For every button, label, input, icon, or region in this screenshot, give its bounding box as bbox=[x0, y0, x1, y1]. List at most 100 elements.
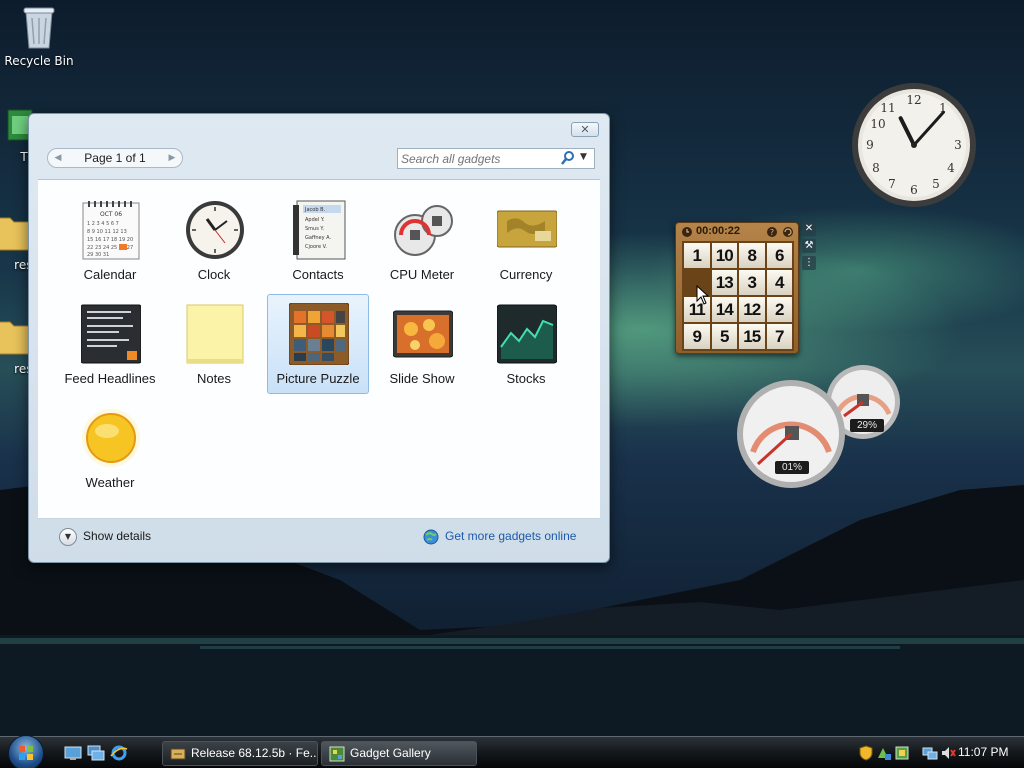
puzzle-tile[interactable]: 3 bbox=[739, 270, 765, 295]
puzzle-tile[interactable]: 1 bbox=[684, 243, 710, 268]
puzzle-tile[interactable]: 12 bbox=[739, 297, 765, 322]
puzzle-tile[interactable]: 15 bbox=[739, 324, 765, 349]
contact-entry: Smus Y. bbox=[305, 226, 324, 232]
recycle-bin-icon bbox=[23, 7, 55, 49]
desktop-icon-recycle-bin[interactable]: Recycle Bin bbox=[1, 4, 77, 68]
switch-windows-icon[interactable] bbox=[87, 744, 105, 762]
svg-text:?: ? bbox=[770, 228, 774, 237]
puzzle-tile[interactable]: 2 bbox=[766, 297, 792, 322]
gadget-cpu-meter[interactable]: CPU Meter bbox=[371, 190, 473, 290]
svg-text:12: 12 bbox=[906, 93, 921, 107]
puzzle-tile[interactable]: 14 bbox=[711, 297, 737, 322]
gadget-calendar[interactable]: OCT 06 1 2 3 4 5 6 7 8 9 10 11 12 13 15 … bbox=[59, 190, 161, 290]
gadget-slide-show[interactable]: Slide Show bbox=[371, 294, 473, 394]
currency-icon bbox=[497, 210, 557, 248]
puzzle-tile[interactable]: 9 bbox=[684, 324, 710, 349]
memory-usage-readout: 29% bbox=[850, 419, 884, 432]
svg-text:8 9 10 11 12 13: 8 9 10 11 12 13 bbox=[87, 229, 127, 235]
puzzle-tile[interactable]: 7 bbox=[766, 324, 792, 349]
next-page-icon[interactable]: ▶ bbox=[165, 151, 179, 165]
calendar-month: OCT 06 bbox=[100, 211, 122, 218]
gadget-label: Currency bbox=[499, 267, 553, 282]
wrench-options-icon[interactable]: ⚒ bbox=[802, 239, 816, 253]
contact-entry: Jacob B. bbox=[304, 207, 326, 213]
desktop-icon-label: Recycle Bin bbox=[4, 54, 74, 68]
search-input[interactable] bbox=[401, 151, 551, 166]
gadget-feed-headlines[interactable]: Feed Headlines bbox=[59, 294, 161, 394]
gadget-label: Contacts bbox=[292, 267, 344, 282]
gadget-label: CPU Meter bbox=[389, 267, 455, 282]
puzzle-tile[interactable]: 5 bbox=[711, 324, 737, 349]
gadget-picture-puzzle[interactable]: Picture Puzzle bbox=[267, 294, 369, 394]
network-icon[interactable] bbox=[922, 745, 938, 761]
mouse-cursor-icon bbox=[696, 285, 710, 305]
slide-show-icon bbox=[393, 310, 453, 358]
sidebar-icon[interactable] bbox=[894, 745, 910, 761]
gadget-label: Weather bbox=[85, 475, 135, 490]
picture-puzzle-gadget: 00:00:22 ? 1 10 8 6 13 3 4 11 14 12 2 9 … bbox=[675, 222, 799, 354]
contact-entry: Cjoore V. bbox=[305, 244, 327, 250]
puzzle-timer: 00:00:22 bbox=[696, 225, 741, 237]
search-box: ▼ bbox=[397, 148, 595, 169]
get-more-gadgets-link[interactable]: Get more gadgets online bbox=[423, 527, 583, 547]
previous-page-icon[interactable]: ◀ bbox=[51, 151, 65, 165]
security-shield-icon[interactable] bbox=[858, 745, 874, 761]
puzzle-tile[interactable]: 10 bbox=[711, 243, 737, 268]
cpu-meter-icon bbox=[394, 205, 453, 256]
windows-logo-icon bbox=[19, 746, 33, 760]
taskbar-button-release[interactable]: Release 68.12.5b · Fe... bbox=[162, 741, 318, 766]
help-icon[interactable]: ? bbox=[766, 226, 778, 238]
application-icon bbox=[170, 748, 186, 760]
puzzle-tile[interactable]: 4 bbox=[766, 270, 792, 295]
page-label: Page 1 of 1 bbox=[84, 151, 146, 165]
close-button[interactable]: ✕ bbox=[571, 122, 599, 137]
taskbar-button-gadget-gallery[interactable]: Gadget Gallery bbox=[321, 741, 477, 766]
taskbar-button-label: Release 68.12.5b · Fe... bbox=[191, 746, 318, 760]
svg-text:1 2 3 4 5 6 7: 1 2 3 4 5 6 7 bbox=[87, 221, 119, 227]
drag-handle-icon[interactable]: ⋮ bbox=[802, 256, 816, 270]
close-gadget-icon[interactable]: ✕ bbox=[802, 222, 816, 236]
globe-icon bbox=[423, 529, 439, 545]
picture-puzzle-icon bbox=[289, 303, 349, 365]
taskbar: Release 68.12.5b · Fe... Gadget Gallery … bbox=[0, 735, 1024, 768]
clock-icon bbox=[682, 227, 692, 237]
feed-headlines-icon bbox=[81, 304, 141, 364]
svg-text:6: 6 bbox=[910, 183, 918, 197]
gadget-label: Feed Headlines bbox=[64, 371, 156, 386]
search-dropdown-icon[interactable]: ▼ bbox=[580, 152, 587, 162]
svg-text:29 30 31: 29 30 31 bbox=[87, 252, 109, 258]
gadget-stocks[interactable]: Stocks bbox=[475, 294, 577, 394]
stocks-icon bbox=[497, 304, 557, 364]
taskbar-clock[interactable]: 11:07 PM bbox=[958, 745, 1008, 759]
contacts-icon: Jacob B. Apdel Y. Smus Y. Gaffney A. Cjo… bbox=[293, 200, 346, 260]
taskbar-button-label: Gadget Gallery bbox=[350, 746, 431, 760]
volume-muted-icon[interactable] bbox=[940, 745, 956, 761]
page-navigator: ◀ Page 1 of 1 ▶ bbox=[47, 148, 183, 168]
gadget-currency[interactable]: Currency bbox=[475, 190, 577, 290]
contact-entry: Apdel Y. bbox=[305, 217, 325, 223]
gadget-contacts[interactable]: Jacob B. Apdel Y. Smus Y. Gaffney A. Cjo… bbox=[267, 190, 369, 290]
svg-text:5: 5 bbox=[932, 177, 940, 191]
gadget-label: Stocks bbox=[506, 371, 546, 386]
gadget-weather[interactable]: Weather bbox=[59, 398, 161, 498]
internet-explorer-icon[interactable] bbox=[110, 744, 128, 762]
magnifier-icon[interactable] bbox=[560, 150, 576, 166]
show-desktop-icon[interactable] bbox=[64, 744, 82, 762]
get-more-gadgets-label: Get more gadgets online bbox=[445, 529, 577, 543]
defender-icon[interactable] bbox=[876, 745, 892, 761]
gadget-notes[interactable]: Notes bbox=[163, 294, 265, 394]
puzzle-tile[interactable]: 6 bbox=[766, 243, 792, 268]
gadget-clock[interactable]: Clock bbox=[163, 190, 265, 290]
shuffle-icon[interactable] bbox=[782, 226, 794, 238]
clock-icon bbox=[186, 201, 244, 259]
show-details-toggle[interactable]: ▼ Show details bbox=[59, 527, 179, 547]
show-details-label: Show details bbox=[83, 529, 152, 543]
puzzle-tile[interactable]: 8 bbox=[739, 243, 765, 268]
footer-divider bbox=[38, 518, 600, 519]
cpu-usage-readout: 01% bbox=[775, 461, 809, 474]
clock-gadget[interactable]: 1212 345 678 91011 bbox=[850, 81, 978, 209]
gadget-label: Clock bbox=[197, 267, 231, 282]
start-button[interactable] bbox=[8, 735, 44, 768]
calendar-icon: OCT 06 1 2 3 4 5 6 7 8 9 10 11 12 13 15 … bbox=[82, 201, 140, 260]
puzzle-tile[interactable]: 13 bbox=[711, 270, 737, 295]
